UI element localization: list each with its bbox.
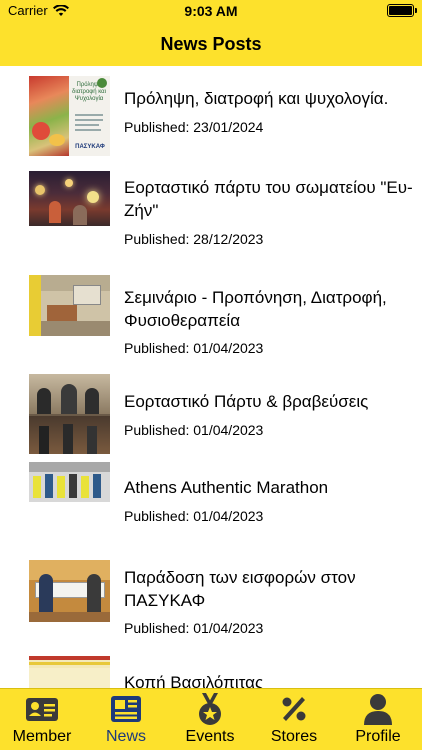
member-card-icon [26, 698, 58, 721]
post-date: Published: 01/04/2023 [124, 508, 264, 524]
page-title: News Posts [160, 34, 262, 54]
news-post[interactable]: Εορταστικό Πάρτυ & βραβεύσεις Published:… [0, 370, 422, 460]
post-thumbnail [29, 374, 110, 454]
news-post[interactable]: Κοπή Βασιλόπιτας [0, 656, 422, 688]
tab-news[interactable]: News [84, 689, 168, 750]
news-post[interactable]: Παράδοση των εισφορών στον ΠΑΣΥΚΑΦ Publi… [0, 556, 422, 656]
news-list[interactable]: Πρόληψη διατροφή και Ψυχολογία ΠΑΣΥΚΑΦ Π… [0, 66, 422, 688]
post-thumbnail [29, 275, 110, 336]
post-title: Κοπή Βασιλόπιτας [124, 673, 264, 688]
tab-label: Events [185, 728, 235, 745]
poster-footer: ΠΑΣΥΚΑΦ [75, 144, 105, 150]
post-date: Published: 01/04/2023 [124, 422, 264, 438]
tab-label: News [105, 728, 146, 745]
post-title: Πρόληψη, διατροφή και ψυχολογία. [124, 89, 389, 108]
newspaper-icon [111, 696, 141, 722]
post-thumbnail: Πρόληψη διατροφή και Ψυχολογία ΠΑΣΥΚΑΦ [29, 76, 110, 156]
navigation-bar: Carrier 9:03 AM News Posts [0, 0, 422, 66]
percent-icon [282, 697, 306, 721]
status-time: 9:03 AM [184, 3, 238, 19]
post-title: Athens Authentic Marathon [124, 478, 329, 497]
tab-label: Profile [355, 728, 401, 745]
status-bar: Carrier 9:03 AM [0, 0, 422, 22]
post-date: Published: 28/12/2023 [124, 231, 264, 247]
medal-icon [199, 693, 221, 725]
post-title: Εορταστικό πάρτυ του σωματείου "Ευ-Ζήν" [124, 178, 413, 220]
post-date: Published: 01/04/2023 [124, 620, 264, 636]
post-date: Published: 23/01/2024 [124, 119, 264, 135]
post-title: Σεμινάριο - Προπόνηση, Διατροφή, Φυσιοθε… [124, 288, 387, 330]
tab-member[interactable]: Member [0, 689, 84, 750]
battery-icon [387, 4, 417, 17]
tab-label: Member [12, 728, 72, 745]
tab-label: Stores [270, 728, 318, 745]
news-post[interactable]: Athens Authentic Marathon Published: 01/… [0, 460, 422, 556]
post-thumbnail [29, 462, 110, 502]
tab-profile[interactable]: Profile [336, 689, 420, 750]
post-thumbnail [29, 171, 110, 226]
person-icon [364, 694, 392, 725]
tab-events[interactable]: Events [168, 689, 252, 750]
post-title: Παράδοση των εισφορών στον ΠΑΣΥΚΑΦ [124, 568, 356, 610]
post-thumbnail [29, 656, 110, 688]
tab-bar: Member News Events Stores Profile [0, 688, 422, 750]
news-post[interactable]: Εορταστικό πάρτυ του σωματείου "Ευ-Ζήν" … [0, 166, 422, 270]
news-post[interactable]: Πρόληψη διατροφή και Ψυχολογία ΠΑΣΥΚΑΦ Π… [0, 66, 422, 166]
post-thumbnail [29, 560, 110, 622]
post-title: Εορταστικό Πάρτυ & βραβεύσεις [124, 392, 369, 411]
news-post[interactable]: Σεμινάριο - Προπόνηση, Διατροφή, Φυσιοθε… [0, 270, 422, 370]
post-date: Published: 01/04/2023 [124, 340, 264, 356]
tab-stores[interactable]: Stores [252, 689, 336, 750]
